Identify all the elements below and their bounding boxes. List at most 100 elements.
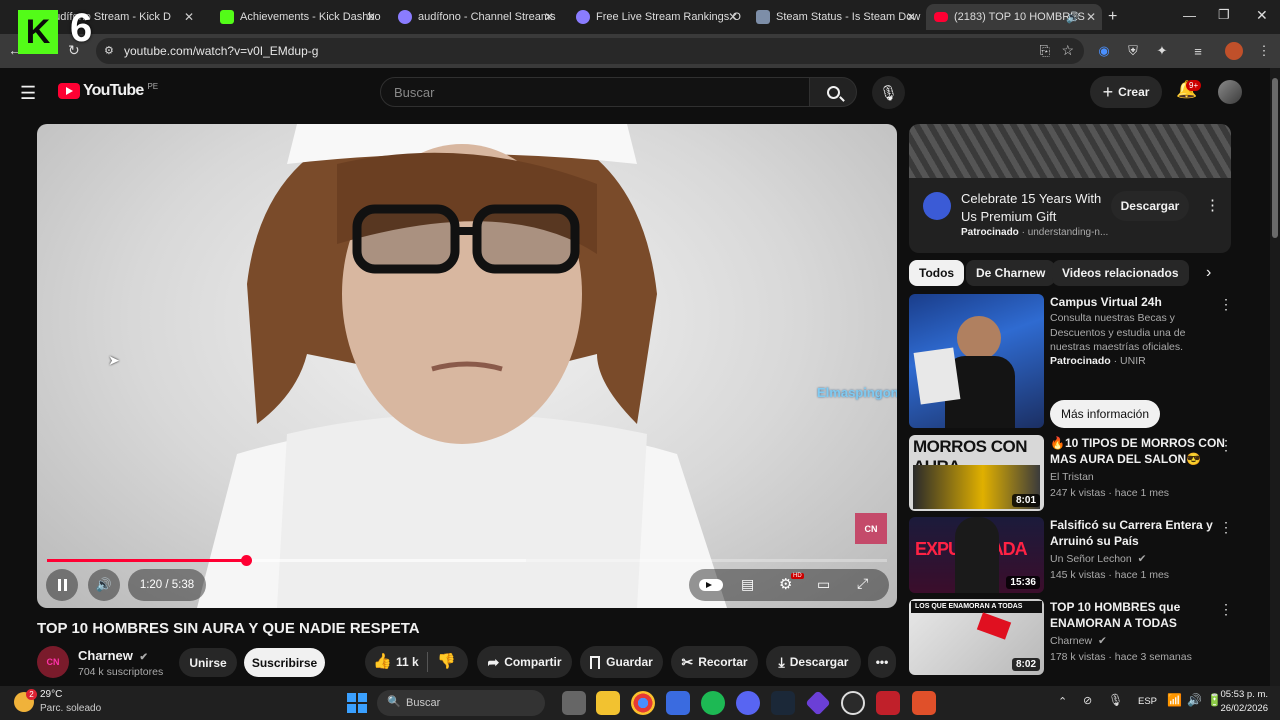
pause-button[interactable] xyxy=(46,569,78,601)
close-window-button[interactable]: ✕ xyxy=(1256,7,1268,24)
channel-avatar[interactable]: CN xyxy=(37,646,69,678)
rec-menu-icon[interactable]: ⋮ xyxy=(1219,296,1233,313)
language-indicator[interactable]: ESP xyxy=(1138,696,1157,707)
search-button[interactable] xyxy=(809,77,857,107)
recommendation-sponsored[interactable]: Campus Virtual 24h Consulta nuestras Bec… xyxy=(909,294,1249,428)
bookmark-star-icon[interactable]: ☆ xyxy=(1061,42,1074,59)
rec-menu-icon[interactable]: ⋮ xyxy=(1219,601,1233,618)
more-info-button[interactable]: Más información xyxy=(1050,400,1160,428)
chip-todos[interactable]: Todos xyxy=(909,260,965,286)
puzzle-icon[interactable]: ✦ xyxy=(1152,41,1172,61)
like-button[interactable]: 👍 xyxy=(373,652,392,670)
progress-bar[interactable] xyxy=(47,555,887,566)
tab-2[interactable]: Achievements - Kick Dashbo ✕ xyxy=(212,4,382,30)
page-scrollbar[interactable] xyxy=(1270,68,1280,686)
ad-menu-icon[interactable]: ⋮ xyxy=(1205,196,1220,214)
volume-button[interactable]: 🔊 xyxy=(88,569,120,601)
tab-label: Steam Status - Is Steam Dow xyxy=(776,11,921,23)
fullscreen-icon[interactable]: ⤢ xyxy=(857,575,868,592)
rec-channel-line: Un Señor Lechon ✔ xyxy=(1050,553,1146,565)
close-icon[interactable]: ✕ xyxy=(728,10,738,24)
obs-icon[interactable] xyxy=(841,691,865,715)
chevron-up-icon[interactable]: ⌃ xyxy=(1058,695,1067,708)
close-icon[interactable]: ✕ xyxy=(184,10,194,24)
extension-icon[interactable]: ◉ xyxy=(1094,41,1114,61)
ad-sponsor-line: Patrocinado · understanding-n... xyxy=(961,227,1108,238)
miniplayer-icon[interactable]: ▭ xyxy=(817,576,830,593)
clock-date[interactable]: 26/02/2026 xyxy=(1216,703,1268,714)
create-label: Crear xyxy=(1118,85,1150,99)
tab-5[interactable]: Steam Status - Is Steam Dow ✕ xyxy=(748,4,922,30)
captions-icon[interactable]: ▤ xyxy=(741,576,754,593)
close-icon[interactable]: ✕ xyxy=(544,10,554,24)
wifi-icon[interactable]: 📶 xyxy=(1167,693,1182,707)
rec-menu-icon[interactable]: ⋮ xyxy=(1219,437,1233,454)
hamburger-menu-icon[interactable]: ☰ xyxy=(20,83,36,104)
recommendation-item[interactable]: LOS QUE ENAMORAN A TODAS 8:02 TOP 10 HOM… xyxy=(909,599,1249,675)
autoplay-toggle[interactable] xyxy=(699,579,723,591)
channel-name[interactable]: Charnew ✔ xyxy=(78,648,148,663)
create-button[interactable]: + Crear xyxy=(1090,76,1162,108)
speaker-icon[interactable]: 🔊 xyxy=(1187,693,1202,707)
chip-videos-relacionados[interactable]: Videos relacionados xyxy=(1052,260,1189,286)
tab-3[interactable]: audífono - Channel Streams ✕ xyxy=(390,4,560,30)
download-button[interactable]: ⤓ Descargar xyxy=(766,646,861,678)
recommendation-item[interactable]: MORROS CON AURA 8:01 🔥10 TIPOS DE MORROS… xyxy=(909,435,1249,511)
tray-icon[interactable]: ⊘ xyxy=(1083,694,1092,707)
subscribe-button[interactable]: Suscribirse xyxy=(244,648,325,677)
sponsored-label: Patrocinado xyxy=(961,227,1019,238)
more-actions-button[interactable]: ••• xyxy=(868,646,896,678)
app-icon[interactable] xyxy=(912,691,936,715)
dislike-button[interactable]: 👎 xyxy=(437,652,456,670)
save-button[interactable]: Guardar xyxy=(580,646,663,678)
rec-thumbnail: LOS QUE ENAMORAN A TODAS 8:02 xyxy=(909,599,1044,675)
share-button[interactable]: ➦ Compartir xyxy=(477,646,572,678)
rec-menu-icon[interactable]: ⋮ xyxy=(1219,519,1233,536)
chrome-icon[interactable] xyxy=(631,691,655,715)
file-explorer-icon[interactable] xyxy=(596,691,620,715)
restore-button[interactable]: ❐ xyxy=(1218,7,1230,23)
install-icon[interactable]: ⎘ xyxy=(1040,43,1050,59)
browser-menu-icon[interactable]: ⋮ xyxy=(1254,41,1274,61)
chip-de-charnew[interactable]: De Charnew xyxy=(966,260,1056,286)
site-info-icon[interactable]: ⚙ xyxy=(104,44,114,57)
recommendation-item[interactable]: EXPUESTADA 15:36 Falsificó su Carrera En… xyxy=(909,517,1249,593)
scrubber-handle[interactable] xyxy=(241,555,253,566)
tab-6-active[interactable]: (2183) TOP 10 HOMBRES 🔊 ✕ xyxy=(926,4,1102,30)
taskbar-search[interactable]: 🔍 Buscar xyxy=(377,690,545,716)
scrollbar-thumb[interactable] xyxy=(1272,78,1278,238)
voicemeeter-icon[interactable] xyxy=(876,691,900,715)
video-player[interactable]: Elmaspingon24cm CN 🔊 1:20 / 5:38 ▤ ⚙ HD … xyxy=(37,124,897,608)
app-icon[interactable] xyxy=(666,691,690,715)
media-icon[interactable]: ≡ xyxy=(1188,41,1208,61)
app-diamond-icon[interactable] xyxy=(805,690,831,716)
shield-icon[interactable]: ⛨ xyxy=(1123,41,1143,61)
task-view-icon[interactable] xyxy=(562,691,586,715)
discord-icon[interactable] xyxy=(736,691,760,715)
steam-icon[interactable] xyxy=(771,691,795,715)
audio-icon[interactable]: 🔊 xyxy=(1066,11,1080,24)
close-icon[interactable]: ✕ xyxy=(366,10,376,24)
tab-4[interactable]: Free Live Stream Rankings O ✕ xyxy=(568,4,744,30)
youtube-logo[interactable]: YouTube PE xyxy=(58,82,158,100)
voice-search-button[interactable]: 🎙 xyxy=(872,76,905,109)
chip-next-arrow-icon[interactable]: › xyxy=(1206,264,1211,282)
clock-time[interactable]: 05:53 p. m. xyxy=(1216,689,1268,700)
search-input[interactable]: Buscar xyxy=(380,77,810,107)
minimize-button[interactable]: — xyxy=(1183,8,1196,23)
microphone-icon[interactable]: 🎙 xyxy=(1108,693,1123,707)
ad-cta-button[interactable]: Descargar xyxy=(1111,191,1189,221)
close-icon[interactable]: ✕ xyxy=(1086,10,1096,24)
verified-icon: ✔ xyxy=(139,652,148,663)
address-bar[interactable]: ⚙ youtube.com/watch?v=v0I_EMdup-g ⎘ ☆ xyxy=(96,38,1084,64)
temperature: 29°C xyxy=(40,689,63,700)
spotify-icon[interactable] xyxy=(701,691,725,715)
close-icon[interactable]: ✕ xyxy=(906,10,916,24)
clip-button[interactable]: ✂ Recortar xyxy=(671,646,758,678)
new-tab-button[interactable]: + xyxy=(1108,8,1117,26)
account-avatar[interactable] xyxy=(1218,80,1242,104)
sidebar-ad[interactable]: Celebrate 15 Years With Us Premium Gift … xyxy=(909,124,1231,253)
windows-start-icon[interactable] xyxy=(347,693,367,713)
join-button[interactable]: Unirse xyxy=(179,648,237,677)
profile-avatar[interactable] xyxy=(1224,41,1244,61)
